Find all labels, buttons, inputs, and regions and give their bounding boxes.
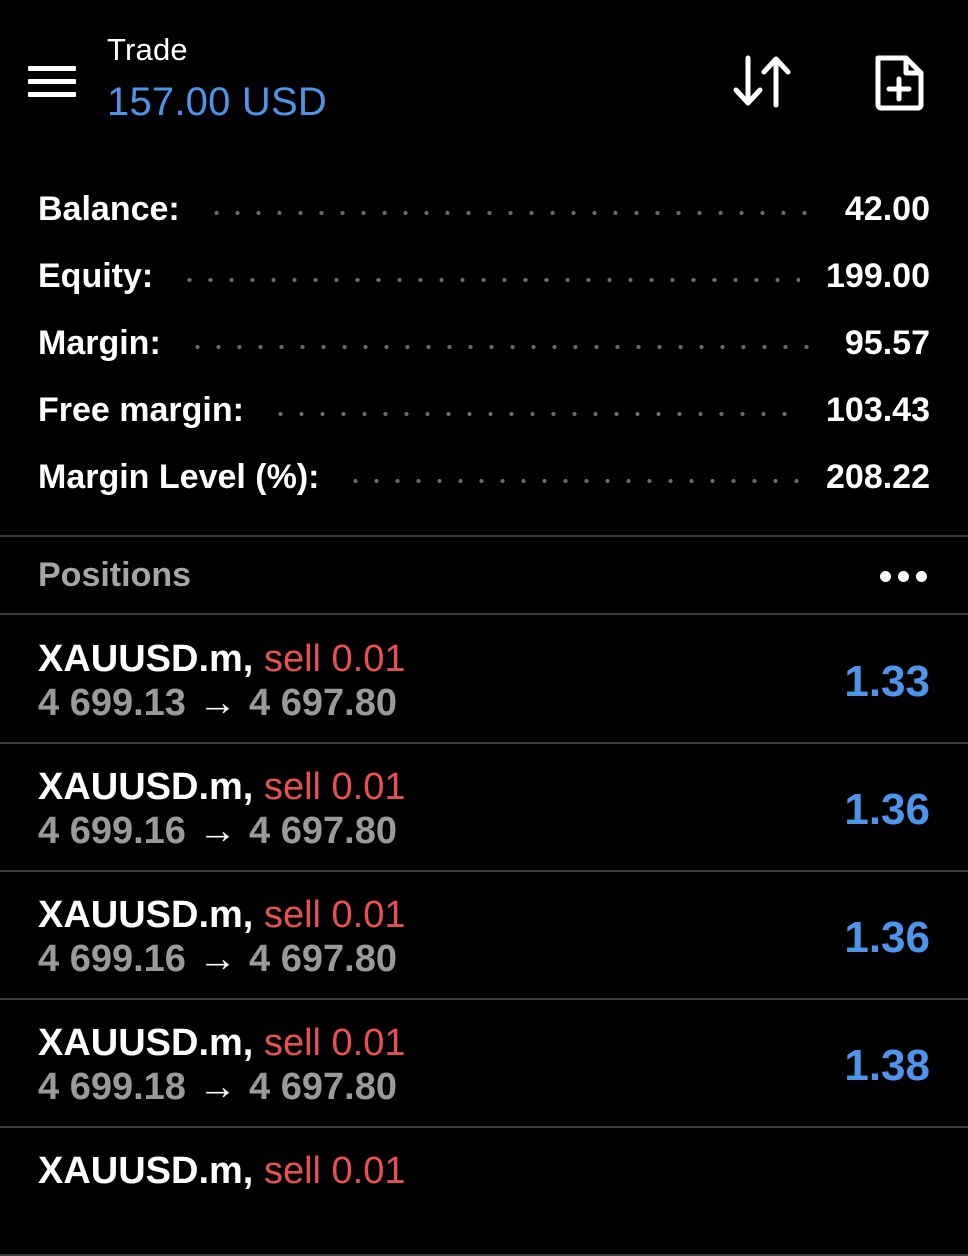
account-summary: Balance: 42.00 Equity: 199.00 Margin: 95… <box>0 176 968 511</box>
position-title: XAUUSD.m, sell 0.01 <box>38 764 405 810</box>
position-profit: 1.38 <box>844 1041 930 1090</box>
margin-level-value: 208.22 <box>826 458 930 496</box>
new-order-button[interactable] <box>866 50 932 114</box>
position-row[interactable]: XAUUSD.m, sell 0.01 4 699.13 → 4 697.80 … <box>0 616 968 744</box>
free-margin-label: Free margin: <box>38 391 244 429</box>
position-row[interactable]: XAUUSD.m, sell 0.01 4 699.16 → 4 697.80 … <box>0 744 968 872</box>
title-block: Trade 157.00 USD <box>107 30 327 126</box>
open-price: 4 699.18 <box>38 1066 186 1108</box>
section-divider <box>0 613 968 615</box>
position-symbol: XAUUSD.m, <box>38 894 254 936</box>
position-profit: 1.36 <box>844 913 930 962</box>
balance-label: Balance: <box>38 190 180 228</box>
current-price: 4 697.80 <box>249 682 397 724</box>
balance-value: 42.00 <box>844 190 930 228</box>
position-prices: 4 699.16 → 4 697.80 <box>38 808 397 854</box>
sort-button[interactable] <box>728 50 798 112</box>
current-price: 4 697.80 <box>249 1066 397 1108</box>
dotted-leader <box>179 277 800 282</box>
positions-title: Positions <box>38 556 192 594</box>
price-arrow <box>38 1194 42 1236</box>
position-type: sell 0.01 <box>263 894 406 936</box>
position-type: sell 0.01 <box>263 1150 406 1192</box>
position-row[interactable]: XAUUSD.m, sell 0.01 4 699.16 → 4 697.80 … <box>0 872 968 1000</box>
position-type: sell 0.01 <box>263 1022 406 1064</box>
open-price: 4 699.16 <box>38 810 186 852</box>
dotted-leader <box>345 478 800 483</box>
dotted-leader <box>186 344 819 349</box>
position-title: XAUUSD.m, sell 0.01 <box>38 1148 405 1194</box>
margin-row: Margin: 95.57 <box>0 310 968 377</box>
new-document-plus-icon <box>875 55 924 111</box>
position-profit: 1.33 <box>844 657 930 706</box>
equity-label: Equity: <box>38 257 154 295</box>
positions-more-button[interactable] <box>878 564 930 590</box>
account-total: 157.00 USD <box>107 80 327 124</box>
balance-row: Balance: 42.00 <box>0 176 968 243</box>
sort-arrows-icon <box>733 55 791 108</box>
margin-level-label: Margin Level (%): <box>38 458 320 496</box>
margin-value: 95.57 <box>844 324 930 362</box>
top-bar: Trade 157.00 USD <box>0 0 968 160</box>
dotted-leader <box>269 411 800 416</box>
position-prices: 4 699.13 → 4 697.80 <box>38 680 397 726</box>
positions-header: Positions <box>0 538 968 614</box>
equity-row: Equity: 199.00 <box>0 243 968 310</box>
margin-level-row: Margin Level (%): 208.22 <box>0 444 968 511</box>
price-arrow: → <box>198 682 237 724</box>
position-type: sell 0.01 <box>263 638 406 680</box>
current-price: 4 697.80 <box>249 938 397 980</box>
position-title: XAUUSD.m, sell 0.01 <box>38 636 405 682</box>
position-symbol: XAUUSD.m, <box>38 766 254 808</box>
position-row[interactable]: XAUUSD.m, sell 0.01 <box>0 1128 968 1256</box>
position-symbol: XAUUSD.m, <box>38 1022 254 1064</box>
equity-value: 199.00 <box>826 257 930 295</box>
position-symbol: XAUUSD.m, <box>38 1150 254 1192</box>
open-price: 4 699.16 <box>38 938 186 980</box>
position-prices <box>38 1192 42 1238</box>
position-prices: 4 699.18 → 4 697.80 <box>38 1064 397 1110</box>
price-arrow: → <box>198 938 237 980</box>
position-title: XAUUSD.m, sell 0.01 <box>38 1020 405 1066</box>
page-title: Trade <box>107 32 188 67</box>
price-arrow: → <box>198 1066 237 1108</box>
current-price: 4 697.80 <box>249 810 397 852</box>
margin-label: Margin: <box>38 324 161 362</box>
open-price: 4 699.13 <box>38 682 186 724</box>
free-margin-row: Free margin: 103.43 <box>0 377 968 444</box>
position-profit: 1.36 <box>844 785 930 834</box>
free-margin-value: 103.43 <box>826 391 930 429</box>
menu-button[interactable] <box>24 58 80 104</box>
position-row[interactable]: XAUUSD.m, sell 0.01 4 699.18 → 4 697.80 … <box>0 1000 968 1128</box>
position-symbol: XAUUSD.m, <box>38 638 254 680</box>
dotted-leader <box>205 210 819 215</box>
positions-list: XAUUSD.m, sell 0.01 4 699.13 → 4 697.80 … <box>0 616 968 1256</box>
position-title: XAUUSD.m, sell 0.01 <box>38 892 405 938</box>
position-prices: 4 699.16 → 4 697.80 <box>38 936 397 982</box>
position-type: sell 0.01 <box>263 766 406 808</box>
section-divider <box>0 535 968 537</box>
price-arrow: → <box>198 810 237 852</box>
